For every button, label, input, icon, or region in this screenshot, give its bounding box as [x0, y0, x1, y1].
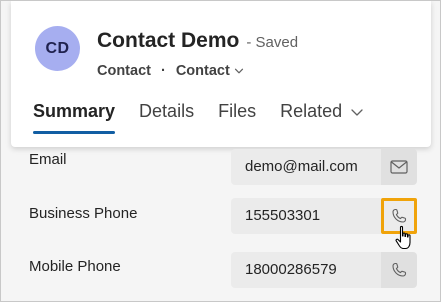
- subtitle-separator: ·: [160, 63, 166, 79]
- tab-label: Details: [139, 101, 195, 121]
- tab-label: Files: [218, 101, 257, 121]
- field-business-phone: Business Phone 155503301: [19, 198, 419, 234]
- tab-label: Summary: [33, 101, 116, 121]
- chevron-down-icon: [351, 108, 363, 116]
- record-header: CD Contact Demo - Saved Contact · Contac…: [11, 1, 431, 147]
- title-row: Contact Demo - Saved: [97, 29, 298, 53]
- tab-details[interactable]: Details: [139, 101, 194, 134]
- mail-icon: [390, 160, 408, 174]
- phone-icon: [392, 208, 407, 223]
- entity-type-label: Contact: [97, 63, 151, 79]
- call-mobile-phone-button[interactable]: [381, 252, 417, 288]
- avatar: CD: [35, 26, 80, 71]
- form-selector-label: Contact: [175, 63, 230, 79]
- business-phone-field[interactable]: 155503301: [231, 198, 381, 234]
- contact-form-window: CD Contact Demo - Saved Contact · Contac…: [0, 0, 441, 302]
- field-label: Mobile Phone: [29, 258, 121, 275]
- form-selector[interactable]: Contact: [176, 63, 244, 79]
- send-email-button[interactable]: [381, 149, 417, 185]
- tab-files[interactable]: Files: [218, 101, 256, 134]
- phone-icon: [392, 262, 407, 277]
- chevron-down-icon: [234, 68, 243, 74]
- save-status: - Saved: [246, 34, 299, 51]
- hand-cursor-icon: [395, 225, 411, 250]
- tab-summary[interactable]: Summary: [33, 101, 116, 134]
- field-email: Email demo@mail.com: [19, 149, 419, 185]
- record-subtitle: Contact · Contact: [97, 63, 244, 79]
- record-title: Contact Demo: [97, 29, 240, 52]
- tab-related[interactable]: Related: [280, 101, 364, 134]
- field-mobile-phone: Mobile Phone 18000286579: [19, 252, 419, 288]
- tab-label: Related: [280, 101, 343, 121]
- mobile-phone-field[interactable]: 18000286579: [231, 252, 381, 288]
- tab-list: Summary Details Files Related: [33, 101, 388, 134]
- email-field[interactable]: demo@mail.com: [231, 149, 381, 185]
- field-label: Email: [29, 151, 67, 168]
- field-label: Business Phone: [29, 205, 138, 222]
